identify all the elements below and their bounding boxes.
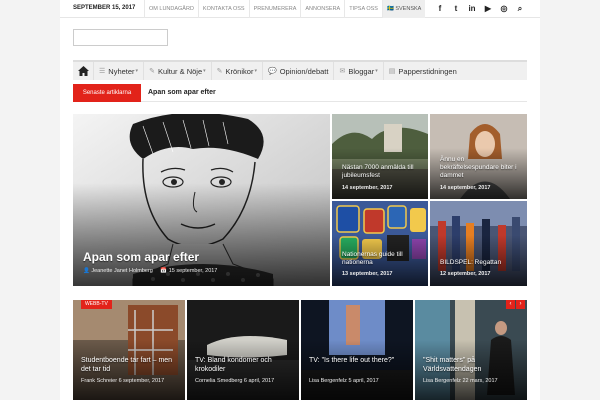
video-shade [301, 340, 413, 400]
video-card[interactable]: Studentboende tar fart – men det tar tid… [73, 300, 185, 400]
page: SEPTEMBER 15, 2017 OM LUNDAGÅRD KONTAKTA… [60, 0, 540, 400]
top-links: OM LUNDAGÅRD KONTAKTA OSS PRENUMERERA AN… [144, 0, 426, 18]
facebook-icon[interactable]: f [432, 3, 448, 15]
list-icon: ☰ [99, 68, 106, 75]
top-link-tipsa[interactable]: TIPSA OSS [344, 0, 382, 18]
video-title[interactable]: "Shit matters" på Världsvattendagen [423, 356, 513, 374]
article-tile[interactable]: Ännu en bekräftelsespundare biter i damm… [430, 114, 527, 199]
video-meta: Cornelia Smedberg 6 april, 2017 [195, 378, 275, 384]
article-tile[interactable]: BILDSPEL: Regattan 12 september, 2017 [430, 201, 527, 286]
top-link-annonsera[interactable]: ANNONSERA [300, 0, 344, 18]
chevron-down-icon: ▾ [203, 68, 206, 74]
tile-date: 14 september, 2017 [342, 185, 393, 191]
nav-label: Papperstidningen [398, 66, 457, 76]
nav-item-nyheter[interactable]: ☰ Nyheter ▾ [93, 62, 143, 80]
ticker-label: Senaste artiklarna [73, 84, 141, 102]
tile-title[interactable]: Nästan 7000 anmälda till jubileumsfest [342, 164, 422, 180]
home-icon[interactable] [73, 62, 93, 80]
nav-item-opinion[interactable]: 💬 Opinion/debatt [261, 62, 334, 80]
hero-date: 📅 15 september, 2017 [160, 268, 218, 274]
site-logo[interactable] [73, 29, 168, 46]
video-meta: Lisa Bergenfelz 22 mars, 2017 [423, 378, 498, 384]
tile-date: 12 september, 2017 [440, 271, 491, 277]
current-date: SEPTEMBER 15, 2017 [73, 5, 136, 11]
language-selector[interactable]: 🇸🇪 SVENSKA [381, 0, 426, 18]
pencil-icon: ✎ [216, 68, 223, 75]
webb-tv-label: WEBB-TV [81, 300, 112, 309]
nav-item-kultur[interactable]: ✎ Kultur & Nöje ▾ [143, 62, 211, 80]
nav-item-bloggar[interactable]: ✉ Bloggar ▾ [333, 62, 382, 80]
top-link-om[interactable]: OM LUNDAGÅRD [144, 0, 198, 18]
search-icon[interactable]: ⌕ [512, 3, 528, 15]
nav-label: Bloggar [348, 66, 375, 76]
top-link-kontakta[interactable]: KONTAKTA OSS [197, 0, 249, 18]
nav-item-papperstidningen[interactable]: ▤ Papperstidningen [382, 62, 462, 80]
tile-title[interactable]: Nationernas guide till nationerna [342, 251, 422, 267]
video-card[interactable]: TV: Bland kondomer och krokodiler Cornel… [187, 300, 299, 400]
article-tile[interactable]: Nationernas guide till nationerna 13 sep… [332, 201, 428, 286]
chevron-right-icon[interactable]: › [516, 300, 525, 309]
webb-tv-section: WEBB-TV ‹ › Studentboende tar fart – men… [73, 300, 527, 400]
video-card[interactable]: "Shit matters" på Världsvattendagen Lisa… [415, 300, 527, 400]
social-links: f t in ▶ ◎ ⌕ [432, 3, 528, 15]
hero-title[interactable]: Apan som apar efter [83, 250, 199, 264]
tile-title[interactable]: BILDSPEL: Regattan [440, 259, 501, 267]
nav-item-kronikor[interactable]: ✎ Krönikor ▾ [210, 62, 262, 80]
chevron-down-icon: ▾ [135, 68, 139, 74]
hero-author[interactable]: 👤 Jeanette Janet Holmberg [83, 268, 153, 274]
video-title[interactable]: TV: "Is there life out there?" [309, 356, 404, 365]
newspaper-icon: ▤ [388, 68, 396, 75]
news-ticker: Senaste artiklarna Apan som apar efter [73, 84, 527, 102]
envelope-icon: ✉ [339, 68, 346, 75]
chevron-left-icon[interactable]: ‹ [506, 300, 515, 309]
video-meta: Lisa Bergenfelz 5 april, 2017 [309, 378, 379, 384]
video-title[interactable]: Studentboende tar fart – men det tar tid [81, 356, 181, 374]
ticker-headline[interactable]: Apan som apar efter [148, 84, 216, 102]
video-meta: Frank Schreier 6 september, 2017 [81, 378, 165, 384]
nav-label: Opinion/debatt [279, 66, 329, 76]
tile-date: 14 september, 2017 [440, 185, 491, 191]
tile-title[interactable]: Ännu en bekräftelsespundare biter i damm… [440, 156, 522, 180]
tile-date: 13 september, 2017 [342, 271, 393, 277]
video-title[interactable]: TV: Bland kondomer och krokodiler [195, 356, 290, 374]
nav-label: Krönikor [225, 66, 254, 76]
carousel-controls: ‹ › [505, 300, 525, 309]
top-bar: SEPTEMBER 15, 2017 OM LUNDAGÅRD KONTAKTA… [60, 0, 540, 18]
nav-label: Kultur & Nöje [157, 66, 203, 76]
main-nav: ☰ Nyheter ▾ ✎ Kultur & Nöje ▾ ✎ Krönikor… [73, 60, 527, 80]
twitter-icon[interactable]: t [448, 3, 464, 15]
chevron-down-icon: ▾ [254, 68, 257, 74]
video-card[interactable]: TV: "Is there life out there?" Lisa Berg… [301, 300, 413, 400]
linkedin-icon[interactable]: in [464, 3, 480, 15]
hero-meta: 👤 Jeanette Janet Holmberg 📅 15 september… [83, 268, 217, 274]
pencil-icon: ✎ [149, 68, 155, 75]
article-tile[interactable]: Nästan 7000 anmälda till jubileumsfest 1… [332, 114, 428, 199]
youtube-icon[interactable]: ▶ [480, 3, 496, 15]
chat-icon: 💬 [267, 68, 277, 75]
nav-label: Nyheter [108, 66, 135, 76]
top-link-prenumerera[interactable]: PRENUMERERA [248, 0, 301, 18]
hero-article[interactable]: Apan som apar efter 👤 Jeanette Janet Hol… [73, 114, 330, 286]
chevron-down-icon: ▾ [375, 68, 378, 74]
instagram-icon[interactable]: ◎ [496, 3, 512, 15]
